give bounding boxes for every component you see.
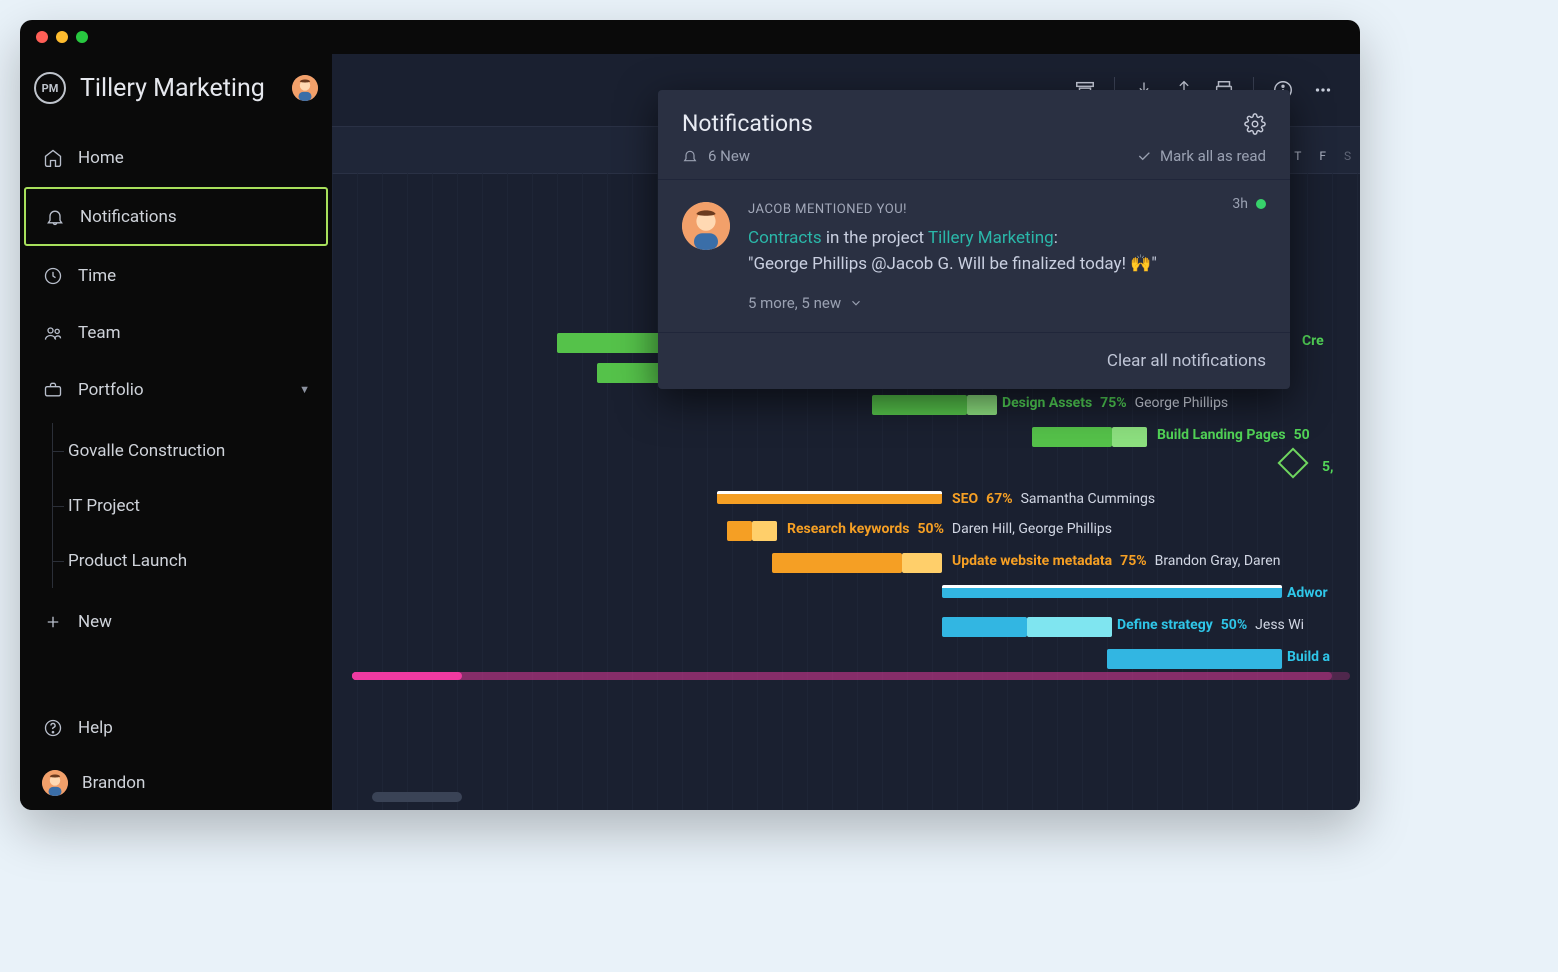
notification-text: Contracts in the project Tillery Marketi… <box>748 225 1266 251</box>
gantt-bar-label: Research keywords50%Daren Hill, George P… <box>787 521 1112 537</box>
team-icon <box>42 323 64 343</box>
portfolio-child[interactable]: IT Project <box>68 478 332 533</box>
unread-dot-icon <box>1256 199 1266 209</box>
portfolio-child[interactable]: Product Launch <box>68 533 332 588</box>
notification-time: 3h <box>1232 196 1266 212</box>
sidebar-item-label: Notifications <box>80 207 177 227</box>
notification-body: "George Phillips @Jacob G. Will be final… <box>748 251 1266 277</box>
gantt-bar[interactable] <box>1032 427 1112 447</box>
gantt-bar-remaining <box>752 521 777 541</box>
clock-icon <box>42 266 64 286</box>
sidebar-item-label: Time <box>78 266 116 286</box>
day-cell: S <box>1335 149 1360 163</box>
chevron-down-icon <box>849 296 863 310</box>
sidebar-item-label: Team <box>78 323 121 343</box>
gantt-bar-remaining <box>967 395 997 415</box>
briefcase-icon <box>42 380 64 400</box>
bell-small-icon <box>682 148 698 164</box>
horizontal-scrollbar[interactable] <box>372 792 462 802</box>
sidebar-item-label: Portfolio <box>78 380 144 400</box>
app-logo: PM <box>34 72 66 104</box>
gantt-bar-remaining <box>902 553 942 573</box>
main-area: APR, 24 '22 MAY, 1 '22 FSSMTWTFSSMTWTFS … <box>332 54 1360 810</box>
notification-expand[interactable]: 5 more, 5 new <box>748 292 1266 312</box>
gantt-bar-label: SEO67%Samantha Cummings <box>952 491 1155 507</box>
portfolio-sublist: Govalle Construction IT Project Product … <box>20 421 332 594</box>
gantt-bar[interactable] <box>942 585 1282 598</box>
header-avatar[interactable] <box>292 75 318 101</box>
gantt-bar-label: Cre <box>1302 333 1324 349</box>
gantt-bar[interactable] <box>942 617 1027 637</box>
gantt-bar-label: Build Landing Pages50 <box>1157 427 1310 443</box>
gantt-bar-label: Design Assets75%George Phillips <box>1002 395 1228 411</box>
sidebar-item-label: Help <box>78 718 113 738</box>
notifications-popover: Notifications 6 New Mark all as read <box>658 90 1290 389</box>
notification-from: JACOB MENTIONED YOU! <box>748 202 1266 217</box>
notification-link[interactable]: Contracts <box>748 228 822 248</box>
notification-link[interactable]: Tillery Marketing <box>928 228 1054 248</box>
check-icon <box>1136 148 1152 164</box>
sidebar-item-team[interactable]: Team <box>20 305 332 360</box>
gantt-bar-label: Build a <box>1287 649 1330 665</box>
avatar <box>42 770 68 796</box>
minimize-window-icon[interactable] <box>56 31 68 43</box>
gantt-bar[interactable] <box>1107 649 1282 669</box>
workspace-title[interactable]: Tillery Marketing <box>80 74 265 103</box>
gantt-bar-label: Adwor <box>1287 585 1328 601</box>
gear-icon[interactable] <box>1244 113 1266 135</box>
sidebar-item-time[interactable]: Time <box>20 248 332 303</box>
close-window-icon[interactable] <box>36 31 48 43</box>
progress-track-fill <box>352 672 452 680</box>
sidebar-item-portfolio[interactable]: Portfolio ▼ <box>20 362 332 417</box>
sidebar-item-new[interactable]: New <box>20 594 332 649</box>
home-icon <box>42 148 64 168</box>
sidebar-item-help[interactable]: Help <box>20 700 332 755</box>
notification-item[interactable]: JACOB MENTIONED YOU! Contracts in the pr… <box>658 180 1290 332</box>
gantt-bar-remaining <box>1112 427 1147 447</box>
app-window: PM Tillery Marketing Home Notifications <box>20 20 1360 810</box>
popover-title: Notifications <box>682 110 813 137</box>
gantt-bar[interactable] <box>872 395 967 415</box>
clear-all-button[interactable]: Clear all notifications <box>658 332 1290 389</box>
gantt-bar-label: Update website metadata75%Brandon Gray, … <box>952 553 1280 569</box>
help-icon <box>42 718 64 738</box>
more-icon[interactable] <box>1312 79 1334 101</box>
sidebar-item-notifications[interactable]: Notifications <box>24 187 328 246</box>
sidebar-user[interactable]: Brandon <box>20 755 332 810</box>
new-count: 6 New <box>708 147 750 165</box>
mark-all-label: Mark all as read <box>1160 147 1266 165</box>
gantt-bar-remaining <box>1027 617 1112 637</box>
sidebar-item-label: Home <box>78 148 124 168</box>
gantt-bar[interactable] <box>772 553 902 573</box>
gantt-bar-label: 5, <box>1322 459 1333 475</box>
portfolio-child[interactable]: Govalle Construction <box>68 423 332 478</box>
day-cell: F <box>1310 149 1335 163</box>
window-traffic-lights <box>20 20 1360 54</box>
gantt-bar-label: Define strategy50%Jess Wi <box>1117 617 1304 633</box>
sidebar: PM Tillery Marketing Home Notifications <box>20 54 332 810</box>
plus-icon <box>42 613 64 631</box>
gantt-bar[interactable] <box>717 491 942 504</box>
gantt-bar[interactable] <box>727 521 752 541</box>
sidebar-item-label: New <box>78 612 112 632</box>
mark-all-read-button[interactable]: Mark all as read <box>1136 147 1266 165</box>
sidebar-item-home[interactable]: Home <box>20 130 332 185</box>
chevron-down-icon: ▼ <box>299 383 310 396</box>
progress-track-bg <box>352 672 1350 680</box>
bell-icon <box>44 207 66 227</box>
sidebar-user-name: Brandon <box>82 773 145 793</box>
avatar <box>682 202 730 250</box>
maximize-window-icon[interactable] <box>76 31 88 43</box>
